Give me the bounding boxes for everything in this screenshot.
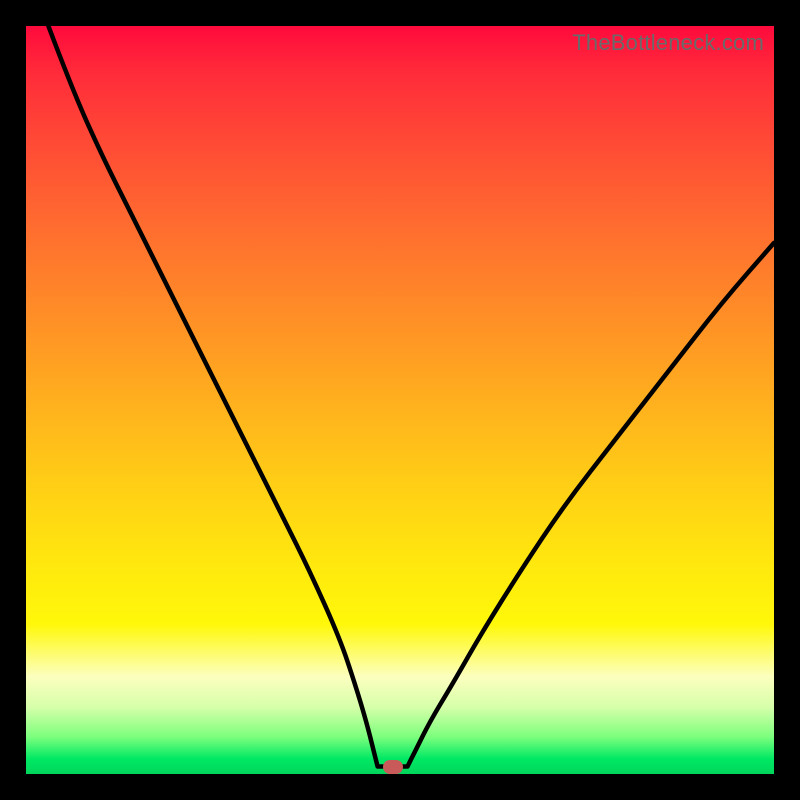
curve-path [48, 26, 774, 767]
chart-frame: TheBottleneck.com [0, 0, 800, 800]
plot-area: TheBottleneck.com [26, 26, 774, 774]
valley-marker [383, 760, 403, 774]
bottleneck-curve [26, 26, 774, 774]
